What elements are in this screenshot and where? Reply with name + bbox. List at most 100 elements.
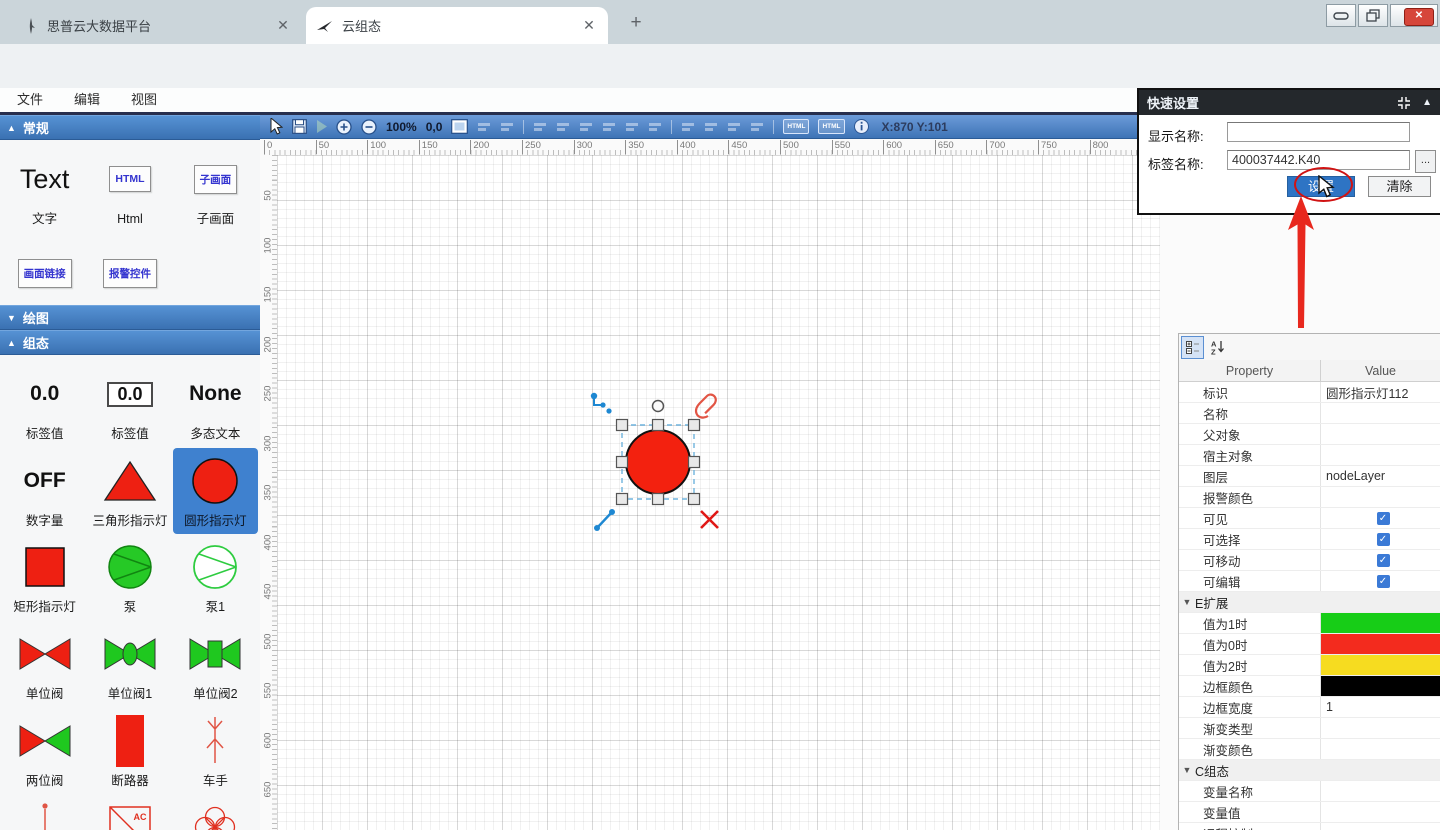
palette-section-header-1[interactable]: ▼绘图 [0, 305, 260, 330]
menu-view[interactable]: 视图 [131, 88, 157, 112]
info-circle-icon[interactable] [854, 119, 869, 134]
palette-item-button[interactable]: 报警控件 报警控件 [87, 241, 172, 305]
align-top-icon[interactable] [602, 121, 616, 133]
delete-x-icon[interactable] [701, 511, 718, 528]
link-paperclip-icon[interactable] [696, 395, 716, 418]
property-row[interactable]: 可编辑 ✓ [1179, 571, 1440, 592]
property-row[interactable]: 渐变类型 [1179, 718, 1440, 739]
same-height-icon[interactable] [727, 121, 741, 133]
palette-item-breaker-red[interactable]: 断路器 [87, 708, 172, 795]
categorized-view-icon[interactable] [1181, 336, 1204, 359]
property-group-E扩展[interactable]: ▼E扩展 [1179, 592, 1440, 613]
selected-node-group[interactable] [588, 389, 728, 535]
distribute-horizontal-icon[interactable] [681, 121, 695, 133]
quick-settings-header[interactable]: 快速设置 ▲ [1139, 90, 1440, 115]
tab1-close-icon[interactable]: ✕ [274, 17, 292, 34]
palette-item-valve-red-green[interactable]: 两位阀 [2, 708, 87, 795]
palette-section-header-2[interactable]: ▲组态 [0, 330, 260, 355]
remote-close-button[interactable]: ✕ [1404, 8, 1434, 26]
connector-icon[interactable] [591, 393, 612, 414]
dock-icon[interactable] [1397, 96, 1411, 110]
checkbox-checked-icon[interactable]: ✓ [1377, 533, 1390, 546]
property-row[interactable]: 父对象 [1179, 424, 1440, 445]
zoom-in-icon[interactable] [336, 119, 352, 135]
property-row[interactable]: 值为1时 [1179, 613, 1440, 634]
palette-item-pt[interactable]: PT [173, 794, 258, 830]
menu-file[interactable]: 文件 [17, 88, 43, 112]
color-swatch[interactable] [1321, 655, 1440, 675]
property-row[interactable]: 可选择 ✓ [1179, 529, 1440, 550]
same-size-icon[interactable] [750, 121, 764, 133]
property-row[interactable]: 图层 nodeLayer [1179, 466, 1440, 487]
circle-indicator-node[interactable] [626, 430, 690, 494]
property-row[interactable]: 变量名称 [1179, 781, 1440, 802]
pointer-tool-icon[interactable] [270, 118, 283, 135]
palette-item-pump-green[interactable]: 泵 [87, 534, 172, 621]
property-row[interactable]: 标识 圆形指示灯112 [1179, 382, 1440, 403]
property-row[interactable]: 宿主对象 [1179, 445, 1440, 466]
checkbox-checked-icon[interactable]: ✓ [1377, 512, 1390, 525]
palette-item-daozha[interactable]: 刀闸 [2, 794, 87, 830]
browser-tab-active[interactable]: 云组态 ✕ [306, 7, 608, 44]
palette-item-valve-red[interactable]: 单位阀 [2, 621, 87, 708]
group-icon[interactable] [477, 121, 491, 133]
property-row[interactable]: 值为2时 [1179, 655, 1440, 676]
palette-item-circle-red[interactable]: 圆形指示灯 [173, 448, 258, 535]
palette-item-valve-green-rect[interactable]: 单位阀2 [173, 621, 258, 708]
color-swatch[interactable] [1321, 676, 1440, 696]
menu-edit[interactable]: 编辑 [74, 88, 100, 112]
property-row[interactable]: 名称 [1179, 403, 1440, 424]
alphabetical-sort-icon[interactable]: AZ [1207, 337, 1228, 358]
palette-item-text-box[interactable]: 0.0 标签值 [87, 361, 172, 448]
palette-item-text[interactable]: Text 文字 [2, 146, 87, 233]
line-handle-icon[interactable] [594, 509, 615, 531]
palette-item-text-bold[interactable]: 0.0 标签值 [2, 361, 87, 448]
palette-item-pump-outline[interactable]: 泵1 [173, 534, 258, 621]
palette-item-button[interactable]: HTML Html [87, 146, 172, 233]
property-row[interactable]: 值为0时 [1179, 634, 1440, 655]
property-row[interactable]: 可见 ✓ [1179, 508, 1440, 529]
grid-toggle-icon[interactable] [451, 119, 468, 134]
align-middle-icon[interactable] [625, 121, 639, 133]
palette-item-valve-green-ellipse[interactable]: 单位阀1 [87, 621, 172, 708]
preview-html-icon[interactable]: HTML [818, 119, 844, 134]
window-restore-button[interactable] [1358, 4, 1388, 27]
zoom-out-icon[interactable] [361, 119, 377, 135]
checkbox-checked-icon[interactable]: ✓ [1377, 554, 1390, 567]
palette-item-text-bold[interactable]: OFF 数字量 [2, 448, 87, 535]
palette-item-inverter[interactable]: ACDC 逆变器 [87, 794, 172, 830]
color-swatch[interactable] [1321, 634, 1440, 654]
property-row[interactable]: 渐变颜色 [1179, 739, 1440, 760]
collapse-panel-icon[interactable]: ▲ [1422, 97, 1432, 108]
tab2-close-icon[interactable]: ✕ [580, 17, 598, 34]
palette-item-cheshou[interactable]: 车手 [173, 708, 258, 795]
palette-item-text-bold[interactable]: None 多态文本 [173, 361, 258, 448]
palette-item-square-red[interactable]: 矩形指示灯 [2, 534, 87, 621]
property-row[interactable]: 变量值 [1179, 802, 1440, 823]
property-row[interactable]: 边框颜色 [1179, 676, 1440, 697]
property-row[interactable]: 报警颜色 [1179, 487, 1440, 508]
window-minimize-button[interactable] [1326, 4, 1356, 27]
browser-tab-inactive[interactable]: 思普云大数据平台 ✕ [14, 7, 302, 44]
property-group-C组态[interactable]: ▼C组态 [1179, 760, 1440, 781]
clear-button[interactable]: 清除 [1368, 176, 1431, 197]
run-icon[interactable] [316, 120, 327, 133]
property-row[interactable]: 边框宽度 1 [1179, 697, 1440, 718]
align-left-icon[interactable] [533, 121, 547, 133]
tag-browse-button[interactable]: ... [1415, 150, 1436, 173]
same-width-icon[interactable] [704, 121, 718, 133]
checkbox-checked-icon[interactable]: ✓ [1377, 575, 1390, 588]
canvas-grid[interactable] [277, 155, 1160, 830]
color-swatch[interactable] [1321, 613, 1440, 633]
align-bottom-icon[interactable] [648, 121, 662, 133]
align-right-icon[interactable] [579, 121, 593, 133]
palette-item-triangle-red[interactable]: 三角形指示灯 [87, 448, 172, 535]
align-center-icon[interactable] [556, 121, 570, 133]
ungroup-icon[interactable] [500, 121, 514, 133]
property-row[interactable]: 远程控制 [1179, 823, 1440, 830]
save-icon[interactable] [292, 119, 307, 134]
rotate-handle[interactable] [653, 401, 664, 412]
palette-section-header-0[interactable]: ▲常规 [0, 115, 260, 140]
palette-item-button[interactable]: 画面链接 画面链接 [2, 241, 87, 305]
palette-item-button[interactable]: 子画面 子画面 [173, 146, 258, 233]
